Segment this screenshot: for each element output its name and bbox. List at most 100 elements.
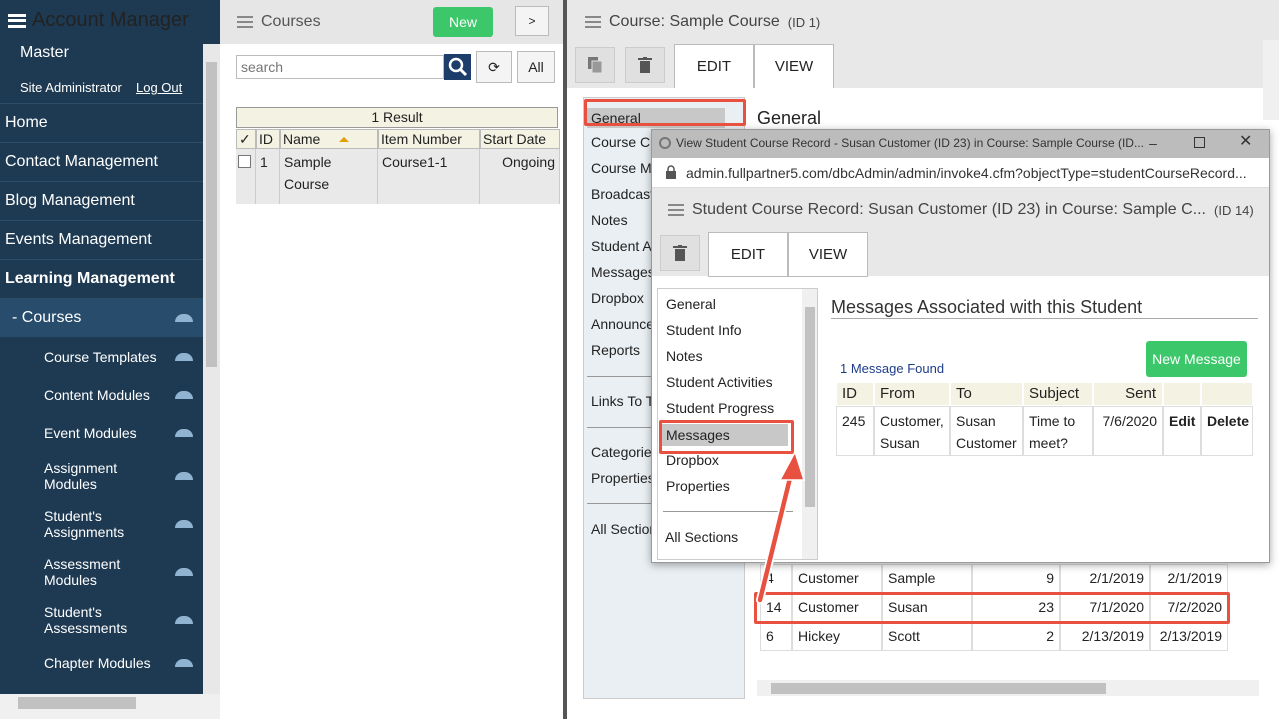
- nav-blog-management[interactable]: Blog Management: [0, 181, 203, 220]
- menu-icon[interactable]: [585, 16, 601, 28]
- table-cell-sent[interactable]: 7/6/2020: [1093, 406, 1163, 456]
- pnav-student-progress[interactable]: Student Progress: [666, 400, 774, 416]
- nav-content-modules[interactable]: Content Modules: [0, 386, 203, 404]
- rnav-categories[interactable]: Categorie: [591, 444, 652, 460]
- highlight-general: [584, 99, 746, 126]
- nav-home[interactable]: Home: [0, 103, 203, 142]
- rnav-messages[interactable]: Messages: [591, 264, 655, 280]
- pnav-dropbox[interactable]: Dropbox: [666, 452, 719, 468]
- pnav-student-info[interactable]: Student Info: [666, 322, 742, 338]
- maximize-icon[interactable]: [1194, 137, 1205, 148]
- row-checkbox[interactable]: [238, 155, 251, 168]
- column-header-id[interactable]: ID: [836, 382, 874, 406]
- table-cell-item-number[interactable]: Course1-1: [378, 149, 480, 204]
- sidebar-hscroll-thumb[interactable]: [18, 697, 136, 709]
- table-cell-subject[interactable]: Time to meet?: [1023, 406, 1093, 456]
- column-header-item-number[interactable]: Item Number: [378, 129, 480, 149]
- tab-edit[interactable]: EDIT: [674, 44, 754, 89]
- rnav-course-content[interactable]: Course C: [591, 134, 650, 150]
- table-cell-to[interactable]: Susan Customer: [950, 406, 1023, 456]
- nav-events-management[interactable]: Events Management: [0, 220, 203, 259]
- tab-view[interactable]: VIEW: [754, 44, 834, 89]
- rnav-notes[interactable]: Notes: [591, 212, 628, 228]
- new-course-button[interactable]: New: [433, 7, 493, 37]
- table-cell-id[interactable]: 245: [836, 406, 874, 456]
- pnav-general[interactable]: General: [666, 296, 716, 312]
- table-cell[interactable]: 2/1/2019: [1060, 564, 1150, 593]
- rnav-broadcast[interactable]: Broadcast: [591, 186, 654, 202]
- nav-students-assignments[interactable]: Student's Assignments: [0, 508, 203, 540]
- table-cell[interactable]: 2: [972, 622, 1060, 651]
- search-button[interactable]: [444, 54, 471, 80]
- delete-button[interactable]: [625, 47, 665, 83]
- column-header-check[interactable]: ✓: [236, 129, 256, 149]
- table-cell[interactable]: 2/1/2019: [1150, 564, 1228, 593]
- rnav-announcements[interactable]: Announce: [591, 316, 654, 332]
- nav-assignment-modules[interactable]: Assignment Modules: [0, 460, 203, 492]
- record-vscrollbar[interactable]: [1263, 40, 1279, 120]
- popup-delete-button[interactable]: [660, 235, 700, 271]
- row-checkbox-cell[interactable]: [236, 149, 256, 204]
- nav-assessment-modules[interactable]: Assessment Modules: [0, 556, 203, 588]
- column-header-start-date[interactable]: Start Date: [480, 129, 560, 149]
- pnav-student-activities[interactable]: Student Activities: [666, 374, 773, 390]
- table-cell[interactable]: 6: [760, 622, 792, 651]
- table-cell[interactable]: Scott: [882, 622, 972, 651]
- rnav-all-sections[interactable]: All Section: [591, 521, 657, 537]
- rnav-links[interactable]: Links To T: [591, 393, 654, 409]
- table-hscroll-thumb[interactable]: [771, 683, 1106, 694]
- edit-link[interactable]: Edit: [1163, 406, 1201, 456]
- column-header-name[interactable]: Name: [280, 129, 378, 149]
- pnav-properties[interactable]: Properties: [666, 478, 730, 494]
- column-header-from[interactable]: From: [874, 382, 950, 406]
- nav-label: Chapter Modules: [44, 655, 151, 671]
- nav-learning-management[interactable]: Learning Management: [0, 259, 203, 298]
- table-cell[interactable]: 2/13/2019: [1060, 622, 1150, 651]
- table-cell-start-date[interactable]: Ongoing: [480, 149, 560, 204]
- menu-icon[interactable]: [8, 13, 26, 28]
- menu-icon[interactable]: [237, 16, 253, 28]
- popup-tab-edit[interactable]: EDIT: [708, 232, 788, 277]
- nav-courses[interactable]: - Courses: [0, 298, 203, 337]
- column-header-id[interactable]: ID: [256, 129, 280, 149]
- delete-link[interactable]: Delete: [1201, 406, 1253, 456]
- nav-label: Assessment Modules: [44, 556, 121, 588]
- table-cell[interactable]: 9: [972, 564, 1060, 593]
- rnav-course-modules[interactable]: Course M: [591, 160, 652, 176]
- rnav-dropbox[interactable]: Dropbox: [591, 290, 644, 306]
- sort-asc-icon: [339, 137, 349, 142]
- popup-record-id: (ID 14): [1214, 202, 1254, 218]
- nav-students-assessments[interactable]: Student's Assessments: [0, 604, 203, 636]
- expand-button[interactable]: >: [515, 6, 549, 36]
- pnav-all-sections[interactable]: All Sections: [665, 529, 738, 545]
- column-header-sent[interactable]: Sent: [1093, 382, 1163, 406]
- table-cell[interactable]: Sample: [882, 564, 972, 593]
- table-cell[interactable]: 2/13/2019: [1150, 622, 1228, 651]
- nav-chapter-modules[interactable]: Chapter Modules: [0, 654, 203, 672]
- minimize-icon[interactable]: –: [1146, 135, 1160, 151]
- refresh-button[interactable]: ⟳: [476, 51, 512, 83]
- popup-tab-view[interactable]: VIEW: [788, 232, 868, 277]
- table-cell-name[interactable]: Sample Course: [280, 149, 378, 204]
- menu-icon[interactable]: [668, 204, 684, 216]
- table-cell-id[interactable]: 1: [256, 149, 280, 204]
- table-cell[interactable]: Hickey: [792, 622, 882, 651]
- rnav-student-activities[interactable]: Student A: [591, 238, 652, 254]
- pnav-notes[interactable]: Notes: [666, 348, 703, 364]
- nav-event-modules[interactable]: Event Modules: [0, 424, 203, 442]
- nav-contact-management[interactable]: Contact Management: [0, 142, 203, 181]
- rnav-reports[interactable]: Reports: [591, 342, 640, 358]
- close-icon[interactable]: ✕: [1239, 134, 1253, 150]
- nav-course-templates[interactable]: Course Templates: [0, 348, 203, 366]
- table-cell-from[interactable]: Customer, Susan: [874, 406, 950, 456]
- new-message-button[interactable]: New Message: [1146, 341, 1247, 377]
- column-header-to[interactable]: To: [950, 382, 1023, 406]
- rnav-properties[interactable]: Properties: [591, 470, 655, 486]
- search-input[interactable]: [236, 55, 444, 79]
- all-button[interactable]: All: [517, 51, 555, 83]
- account-name: Master: [20, 44, 69, 61]
- copy-button[interactable]: [575, 47, 615, 83]
- sidebar-scroll-thumb[interactable]: [206, 62, 217, 367]
- column-header-subject[interactable]: Subject: [1023, 382, 1093, 406]
- logout-link[interactable]: Log Out: [136, 80, 182, 95]
